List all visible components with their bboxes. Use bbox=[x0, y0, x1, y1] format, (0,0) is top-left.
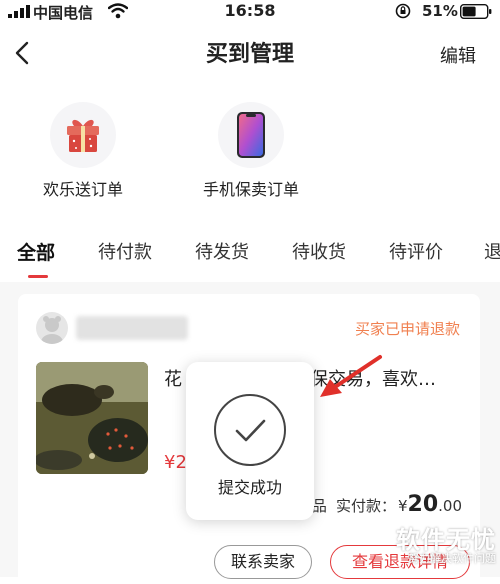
product-image[interactable] bbox=[36, 362, 148, 474]
quick-entry-label: 手机保卖订单 bbox=[202, 180, 299, 199]
quick-entry-phone-resale[interactable]: 手机保卖订单 bbox=[196, 102, 306, 200]
annotation-arrow-icon bbox=[320, 355, 382, 397]
orientation-lock-icon bbox=[395, 3, 411, 19]
quick-entry-label: 欢乐送订单 bbox=[42, 180, 123, 199]
edit-button[interactable]: 编辑 bbox=[440, 42, 476, 68]
tab-pending-receipt[interactable]: 待收货 bbox=[292, 238, 346, 264]
order-status: 买家已申请退款 bbox=[354, 320, 460, 338]
turtle-photo bbox=[36, 362, 148, 474]
product-price: ¥2 bbox=[164, 452, 187, 473]
check-circle-icon bbox=[214, 394, 286, 466]
product-title-start: 花 bbox=[164, 369, 182, 390]
success-toast: 提交成功 bbox=[186, 362, 314, 520]
seller-name-redacted bbox=[76, 316, 188, 340]
avatar-icon bbox=[41, 316, 63, 344]
tab-all[interactable]: 全部 bbox=[17, 238, 55, 265]
tab-pending-shipment[interactable]: 待发货 bbox=[195, 238, 249, 264]
quick-entry-happy-delivery[interactable]: 欢乐送订单 bbox=[36, 102, 130, 200]
status-bar: 中国电信 16:58 51% bbox=[0, 0, 500, 24]
tab-pending-payment[interactable]: 待付款 bbox=[98, 238, 152, 264]
tab-pending-review[interactable]: 待评价 bbox=[389, 238, 443, 264]
entry-icon-circle bbox=[218, 102, 284, 168]
battery-percentage: 51% bbox=[422, 2, 458, 20]
page-title: 买到管理 bbox=[205, 42, 294, 67]
phone-icon bbox=[237, 112, 265, 158]
contact-seller-button[interactable]: 联系卖家 bbox=[214, 545, 312, 579]
battery-icon bbox=[460, 4, 492, 19]
gift-icon bbox=[67, 119, 99, 152]
order-tabs: 全部 待付款 待发货 待收货 待评价 退 bbox=[0, 238, 500, 278]
currency-symbol: ¥ bbox=[397, 497, 408, 515]
watermark-subtitle: 努力解决软件问题 bbox=[408, 552, 496, 565]
item-count-note: 品 bbox=[311, 497, 327, 515]
tab-refund[interactable]: 退 bbox=[484, 238, 500, 264]
active-tab-indicator bbox=[28, 275, 48, 278]
site-watermark: 软件无忧 努力解决软件问题 bbox=[378, 520, 496, 574]
paid-amount-integer: 20 bbox=[407, 492, 439, 517]
paid-amount-row: 品 实付款： ¥20.00 bbox=[312, 492, 462, 517]
paid-amount-decimal: .00 bbox=[438, 497, 462, 515]
entry-icon-circle bbox=[50, 102, 116, 168]
seller-avatar[interactable] bbox=[36, 312, 68, 344]
paid-amount-label: 实付款： bbox=[335, 497, 396, 515]
toast-message: 提交成功 bbox=[217, 478, 282, 497]
